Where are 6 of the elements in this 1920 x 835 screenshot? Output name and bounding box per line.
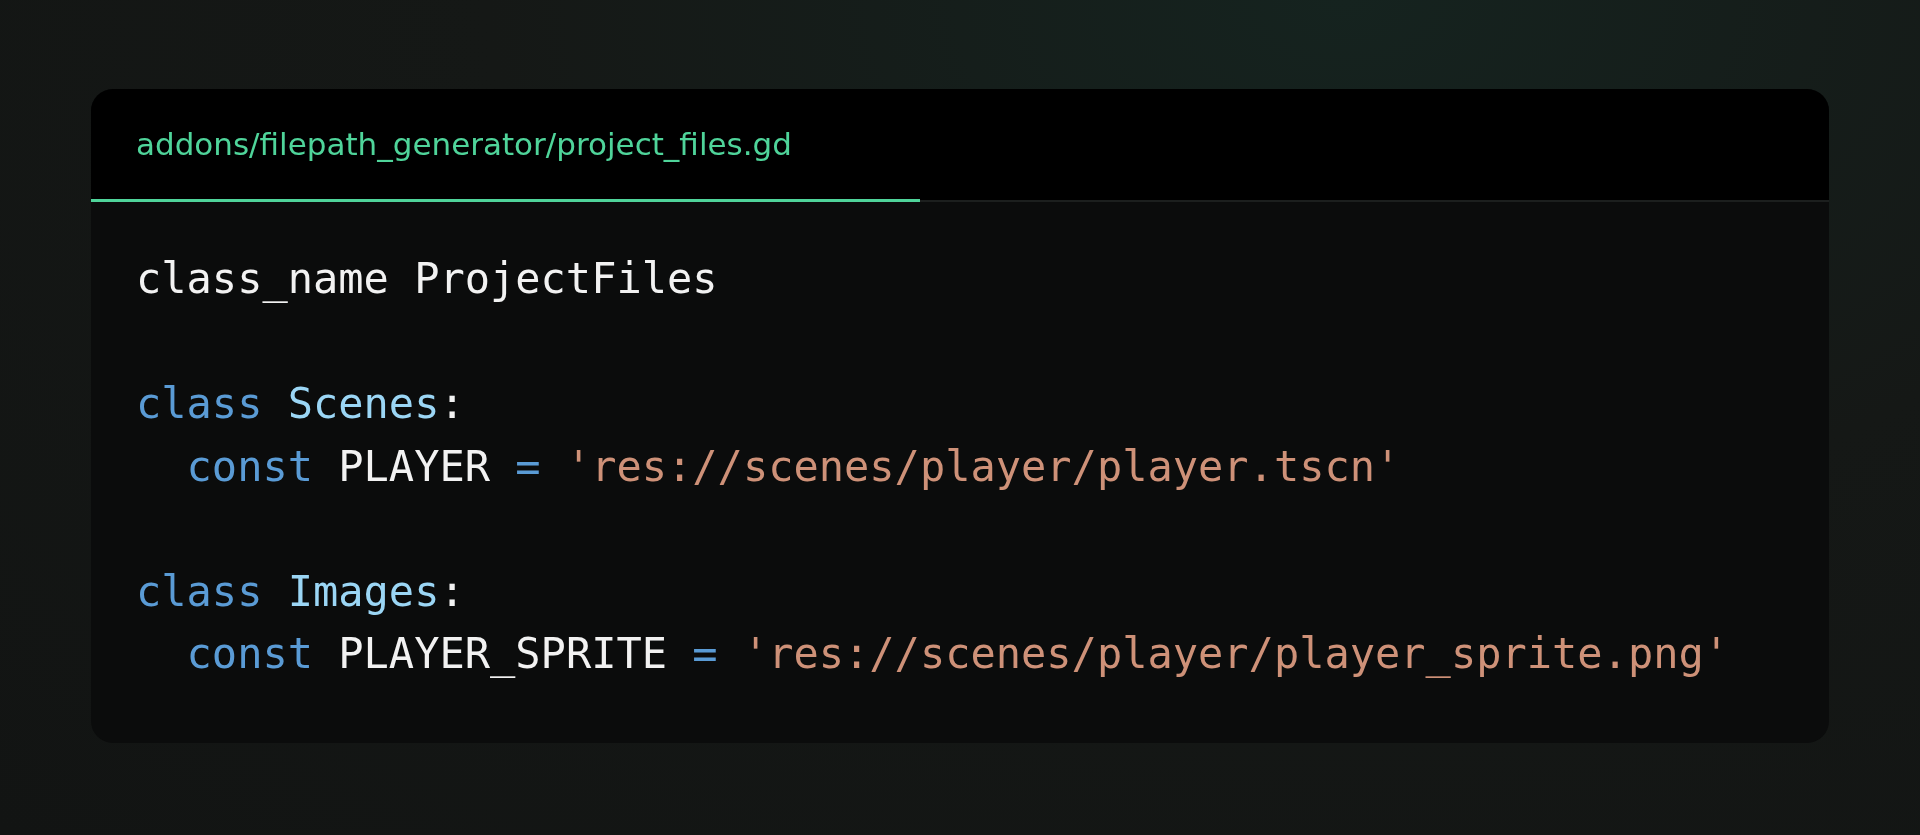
file-tab[interactable]: addons/filepath_generator/project_files.gd (91, 89, 920, 202)
code-line: class_name ProjectFiles (136, 254, 718, 303)
code-line: class Scenes: (136, 379, 465, 428)
code-line: const PLAYER = 'res://scenes/player/player.tscn' (185, 441, 1401, 491)
code-line: class Images: (136, 566, 465, 616)
code-line: const PLAYER_SPRITE = 'res://scenes/player/player_sprite.png' (185, 629, 1730, 678)
